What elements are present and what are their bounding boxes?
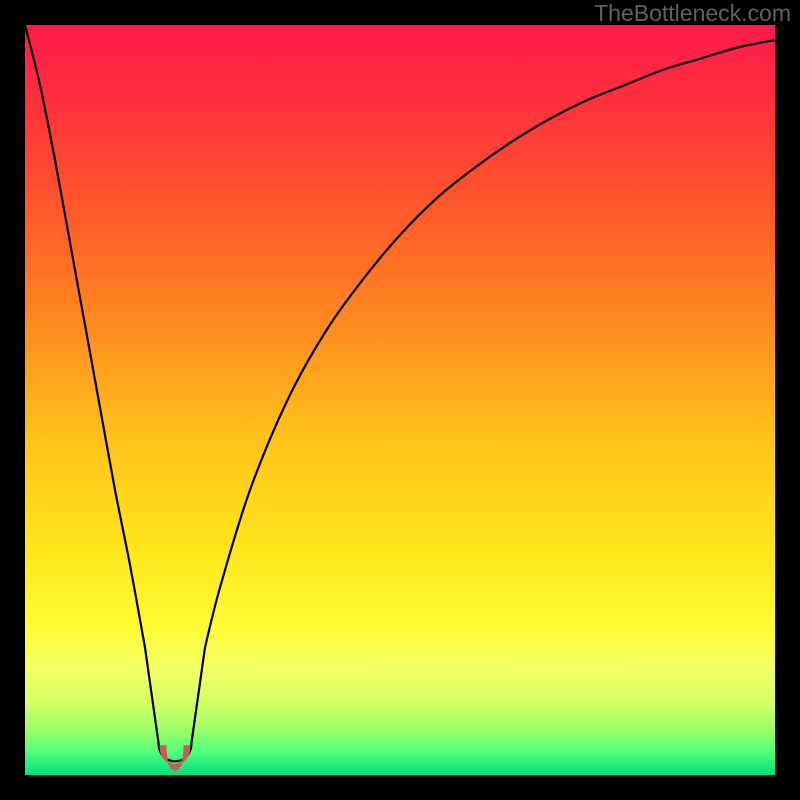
gradient-bg (25, 25, 775, 775)
chart-svg (25, 25, 775, 775)
plot-area (25, 25, 775, 775)
watermark-text: TheBottleneck.com (594, 0, 791, 27)
chart-frame: TheBottleneck.com (0, 0, 800, 800)
